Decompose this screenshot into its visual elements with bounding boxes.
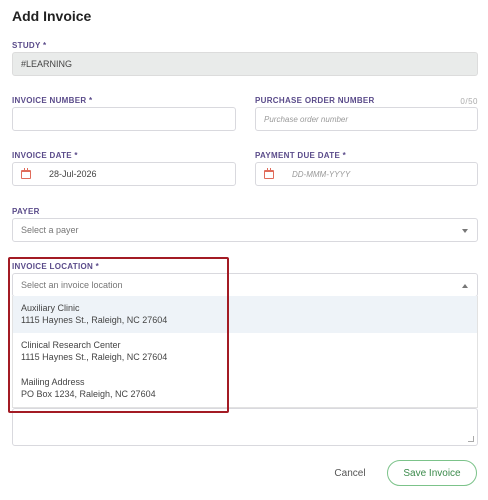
location-option-clinical-research-center[interactable]: Clinical Research Center 1115 Haynes St.… xyxy=(13,333,477,370)
save-invoice-button[interactable]: Save Invoice xyxy=(387,460,477,486)
payment-due-date-label: PAYMENT DUE DATE * xyxy=(255,151,347,160)
purchase-order-counter: 0/50 xyxy=(460,97,478,106)
study-label: STUDY * xyxy=(12,41,47,50)
payment-due-date-input[interactable]: DD-MMM-YYYY xyxy=(255,162,478,186)
chevron-up-icon xyxy=(462,284,468,288)
invoice-date-input[interactable]: 28-Jul-2026 xyxy=(12,162,236,186)
dialog-title: Add Invoice xyxy=(12,8,92,24)
invoice-number-label: INVOICE NUMBER * xyxy=(12,96,93,105)
invoice-date-value: 28-Jul-2026 xyxy=(49,169,97,179)
invoice-location-select[interactable]: Select an invoice location xyxy=(12,273,478,297)
invoice-location-label: INVOICE LOCATION * xyxy=(12,262,100,271)
study-field: #LEARNING xyxy=(12,52,478,76)
cancel-button[interactable]: Cancel xyxy=(328,461,372,485)
payer-select[interactable]: Select a payer xyxy=(12,218,478,242)
payer-label: PAYER xyxy=(12,207,40,216)
location-option-mailing-address[interactable]: Mailing Address PO Box 1234, Raleigh, NC… xyxy=(13,370,477,407)
calendar-icon[interactable] xyxy=(21,167,31,179)
chevron-down-icon xyxy=(462,229,468,233)
invoice-date-label: INVOICE DATE * xyxy=(12,151,78,160)
purchase-order-input[interactable]: Purchase order number xyxy=(255,107,478,131)
purchase-order-placeholder: Purchase order number xyxy=(264,114,349,124)
purchase-order-label: PURCHASE ORDER NUMBER xyxy=(255,96,375,105)
study-value: #LEARNING xyxy=(21,59,73,69)
invoice-location-placeholder: Select an invoice location xyxy=(21,280,123,290)
resize-handle-icon[interactable] xyxy=(468,436,474,442)
invoice-number-input[interactable] xyxy=(12,107,236,131)
payer-placeholder: Select a payer xyxy=(21,225,79,235)
invoice-location-dropdown: Auxiliary Clinic 1115 Haynes St., Raleig… xyxy=(12,296,478,408)
notes-textarea[interactable] xyxy=(12,408,478,446)
payment-due-date-placeholder: DD-MMM-YYYY xyxy=(292,169,351,179)
location-option-auxiliary-clinic[interactable]: Auxiliary Clinic 1115 Haynes St., Raleig… xyxy=(13,296,477,333)
calendar-icon[interactable] xyxy=(264,167,274,179)
